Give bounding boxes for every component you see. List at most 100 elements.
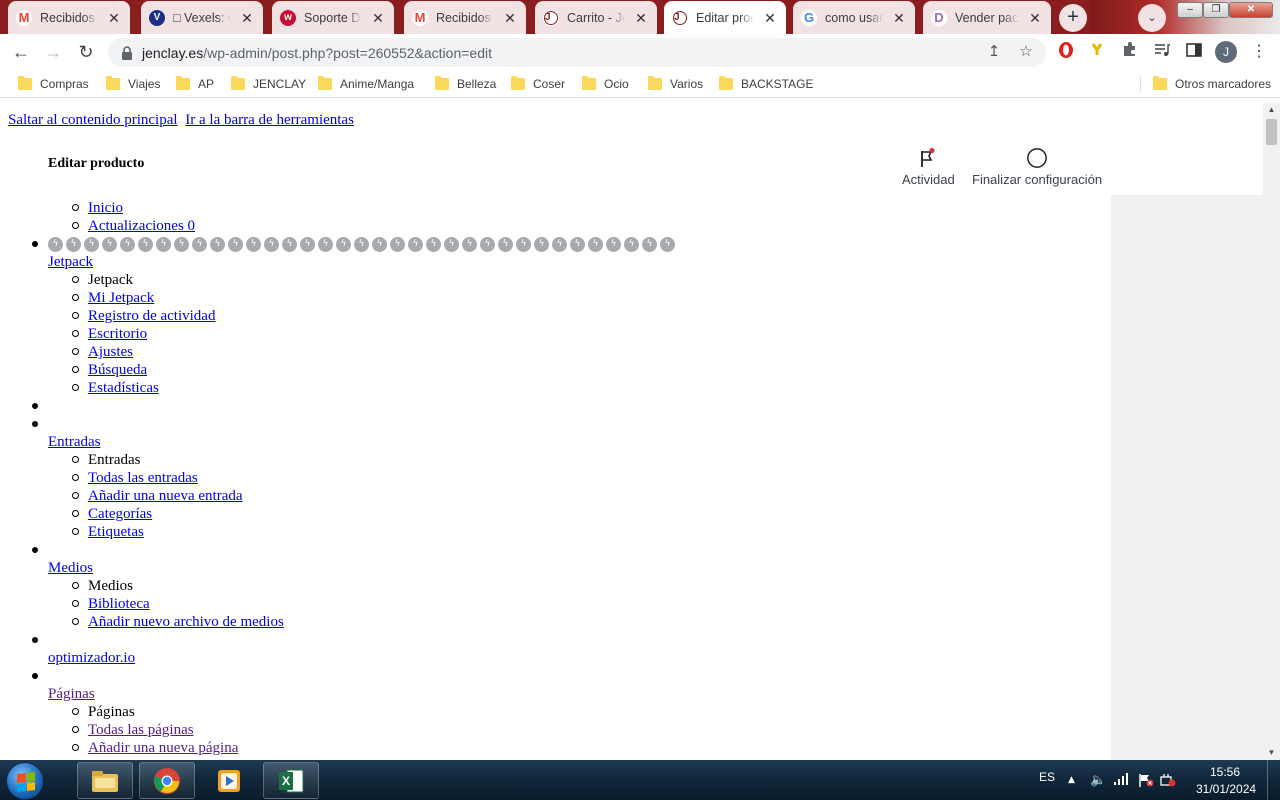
submenu-link[interactable]: Estadísticas bbox=[88, 379, 159, 397]
jetpack-bolt-icon: ϟ bbox=[264, 237, 279, 252]
submenu-link[interactable]: Mi Jetpack bbox=[88, 289, 154, 307]
share-icon[interactable]: ↥ bbox=[984, 42, 1004, 62]
profile-avatar[interactable]: J bbox=[1215, 41, 1237, 63]
bookmark-folder[interactable]: Coser bbox=[511, 75, 565, 93]
finish-setup-button[interactable]: Finalizar configuración bbox=[972, 147, 1102, 187]
submenu-link[interactable]: Todas las páginas bbox=[88, 721, 194, 739]
windows-logo-icon bbox=[17, 772, 35, 792]
tab-close-icon[interactable]: ✕ bbox=[891, 10, 907, 26]
skip-to-content-link[interactable]: Saltar al contenido principal bbox=[8, 112, 178, 128]
tab[interactable]: M Recibidos (2 ✕ bbox=[8, 1, 130, 34]
explorer-taskbar-button[interactable] bbox=[77, 762, 133, 799]
network-signal-icon[interactable] bbox=[1114, 773, 1128, 789]
new-tab-button[interactable]: + bbox=[1059, 4, 1087, 32]
bookmark-folder[interactable]: Belleza bbox=[435, 75, 496, 93]
bookmark-folder[interactable]: Compras bbox=[18, 75, 89, 93]
menu-dots-icon[interactable]: ⋮ bbox=[1248, 41, 1270, 63]
flag-icon bbox=[921, 147, 935, 167]
scroll-thumb[interactable] bbox=[1266, 119, 1277, 145]
jetpack-bolt-icon: ϟ bbox=[66, 237, 81, 252]
submenu-link[interactable]: Búsqueda bbox=[88, 361, 147, 379]
bookmark-folder[interactable]: Anime/Manga bbox=[318, 75, 414, 93]
power-icon[interactable] bbox=[1160, 773, 1176, 791]
minimize-button[interactable]: – bbox=[1177, 2, 1203, 18]
maximize-button[interactable]: ❐ bbox=[1203, 2, 1229, 18]
menu-jetpack-link[interactable]: Jetpack bbox=[48, 253, 93, 271]
tab[interactable]: D Vender pack ✕ bbox=[923, 1, 1051, 34]
submenu-link[interactable]: Añadir una nueva página bbox=[88, 739, 238, 757]
tab[interactable]: w Soporte Divi ✕ bbox=[272, 1, 394, 34]
bookmark-folder[interactable]: JENCLAY bbox=[231, 75, 306, 93]
activity-button[interactable]: Actividad bbox=[902, 147, 955, 187]
close-window-button[interactable]: ✕ bbox=[1229, 2, 1273, 18]
media-player-taskbar-button[interactable] bbox=[201, 762, 257, 799]
bookmark-folder[interactable]: Varios bbox=[648, 75, 703, 93]
reload-icon[interactable]: ↻ bbox=[73, 39, 99, 65]
menu-paginas-link[interactable]: Páginas bbox=[48, 685, 95, 703]
extensions-puzzle-icon[interactable] bbox=[1119, 41, 1141, 63]
clock-time[interactable]: 15:56 bbox=[1210, 765, 1240, 779]
bookmark-other[interactable]: Otros marcadores bbox=[1153, 75, 1271, 93]
menu-inicio-link[interactable]: Inicio bbox=[88, 199, 123, 217]
show-hidden-icons-icon[interactable]: ▲ bbox=[1068, 775, 1075, 785]
excel-taskbar-button[interactable]: X bbox=[263, 762, 319, 799]
volume-icon[interactable]: 🔈 bbox=[1090, 773, 1106, 788]
tab-title: Soporte Divi bbox=[304, 10, 362, 25]
tab-close-icon[interactable]: ✕ bbox=[1027, 10, 1043, 26]
side-panel-icon[interactable] bbox=[1183, 41, 1205, 63]
submenu-link[interactable]: Biblioteca bbox=[88, 595, 150, 613]
address-bar[interactable]: jenclay.es/wp-admin/post.php?post=260552… bbox=[108, 38, 1046, 67]
language-indicator[interactable]: ES bbox=[1039, 770, 1055, 784]
tab[interactable]: J Carrito - Jen ✕ bbox=[535, 1, 657, 34]
jetpack-bolt-icon: ϟ bbox=[84, 237, 99, 252]
menu-actualizaciones-link[interactable]: Actualizaciones 0 bbox=[88, 217, 195, 235]
lock-icon[interactable] bbox=[120, 45, 134, 60]
submenu-link[interactable]: Ajustes bbox=[88, 343, 133, 361]
submenu-link[interactable]: Escritorio bbox=[88, 325, 147, 343]
submenu-link[interactable]: Etiquetas bbox=[88, 523, 144, 541]
scroll-down-icon[interactable]: ▼ bbox=[1263, 746, 1280, 760]
tab-close-icon[interactable]: ✕ bbox=[370, 10, 386, 26]
submenu-link[interactable]: Añadir una nueva entrada bbox=[88, 487, 243, 505]
chrome-taskbar-button[interactable] bbox=[139, 762, 195, 799]
bookmark-star-icon[interactable]: ☆ bbox=[1016, 42, 1036, 62]
skip-to-toolbar-link[interactable]: Ir a la barra de herramientas bbox=[185, 112, 354, 128]
forward-icon[interactable]: → bbox=[40, 39, 66, 65]
submenu-link[interactable]: Añadir nuevo archivo de medios bbox=[88, 613, 284, 631]
menu-entradas-link[interactable]: Entradas bbox=[48, 433, 100, 451]
action-center-flag-icon[interactable] bbox=[1138, 773, 1154, 791]
extension-y-icon[interactable] bbox=[1086, 41, 1108, 63]
clock-date[interactable]: 31/01/2024 bbox=[1196, 782, 1256, 796]
show-desktop-button[interactable] bbox=[1267, 760, 1280, 800]
tab[interactable]: V □ Vexels: cre ✕ bbox=[141, 1, 263, 34]
tab-close-icon[interactable]: ✕ bbox=[633, 10, 649, 26]
bookmark-folder[interactable]: Ocio bbox=[582, 75, 629, 93]
bookmark-folder[interactable]: Viajes bbox=[106, 75, 160, 93]
media-control-icon[interactable] bbox=[1151, 41, 1173, 63]
submenu-link[interactable]: Categorías bbox=[88, 505, 152, 523]
submenu-link[interactable]: Registro de actividad bbox=[88, 307, 215, 325]
tab-search-button[interactable]: ⌄ bbox=[1138, 4, 1166, 32]
page-scrollbar[interactable]: ▲ ▼ bbox=[1263, 103, 1280, 760]
menu-optimizador-link[interactable]: optimizador.io bbox=[48, 649, 135, 667]
list-bullet bbox=[32, 403, 38, 409]
url-text[interactable]: jenclay.es/wp-admin/post.php?post=260552… bbox=[142, 45, 492, 61]
scroll-up-icon[interactable]: ▲ bbox=[1263, 103, 1280, 117]
back-icon[interactable]: ← bbox=[8, 39, 34, 65]
tab[interactable]: Gcomo usar V ✕ bbox=[793, 1, 915, 34]
list-bullet bbox=[72, 348, 79, 355]
bookmark-folder[interactable]: BACKSTAGE bbox=[719, 75, 813, 93]
submenu-link[interactable]: Todas las entradas bbox=[88, 469, 198, 487]
tab-close-icon[interactable]: ✕ bbox=[762, 10, 778, 26]
tab[interactable]: M Recibidos (2 ✕ bbox=[404, 1, 526, 34]
tab-close-icon[interactable]: ✕ bbox=[106, 10, 122, 26]
start-button[interactable] bbox=[6, 762, 44, 800]
folder-icon bbox=[648, 76, 662, 90]
opera-extension-icon[interactable] bbox=[1055, 41, 1077, 63]
bookmark-folder[interactable]: AP bbox=[176, 75, 214, 93]
tab-close-icon[interactable]: ✕ bbox=[239, 10, 255, 26]
tab-close-icon[interactable]: ✕ bbox=[502, 10, 518, 26]
page-title: Editar producto bbox=[48, 156, 145, 171]
menu-medios-link[interactable]: Medios bbox=[48, 559, 93, 577]
tab-active[interactable]: J Editar produ ✕ bbox=[664, 1, 786, 34]
